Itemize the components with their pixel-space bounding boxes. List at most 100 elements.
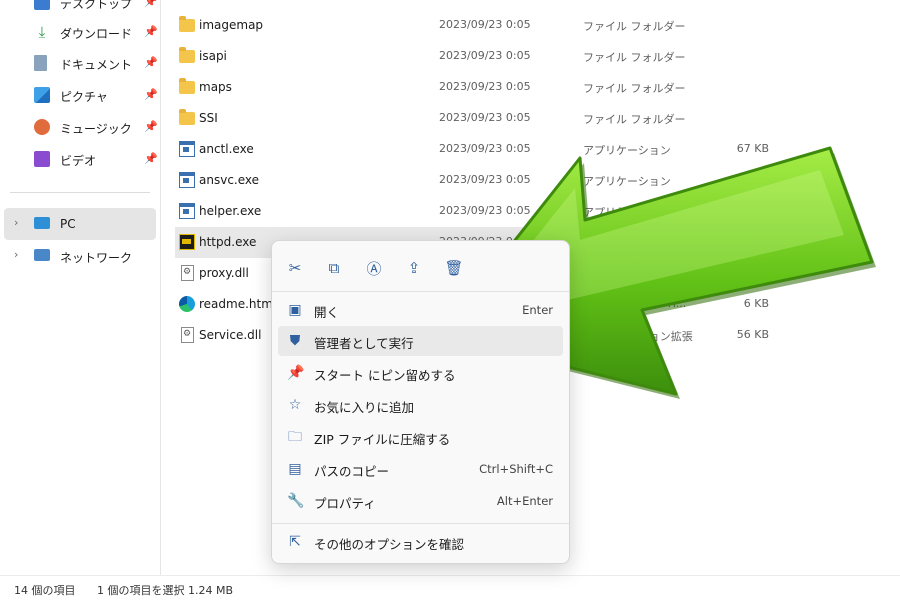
menu-item-pin-to-start[interactable]: 📌 スタート にピン留めする bbox=[278, 358, 563, 388]
more-options-icon: ⇱ bbox=[289, 534, 301, 550]
dll-file-icon bbox=[181, 327, 194, 343]
menu-item-properties[interactable]: 🔧 プロパティ Alt+Enter bbox=[278, 486, 563, 516]
sidebar-item-network[interactable]: › ネットワーク bbox=[4, 240, 156, 272]
video-icon bbox=[34, 151, 50, 167]
pin-icon: 📌 bbox=[144, 88, 158, 101]
network-icon bbox=[34, 249, 50, 261]
file-row-imagemap[interactable]: imagemap 2023/09/23 0:05 ファイル フォルダー bbox=[175, 10, 772, 41]
file-size: 236 KB bbox=[729, 266, 769, 279]
file-date: 2023/09/23 0:05 bbox=[439, 111, 531, 124]
file-type: ファイル フォルダー bbox=[583, 51, 686, 64]
file-name: proxy.dll bbox=[199, 266, 249, 280]
file-date: 2023/09/23 0:05 bbox=[439, 204, 531, 217]
file-name: helper.exe bbox=[199, 204, 262, 218]
sidebar-item-documents[interactable]: ドキュメント 📌 bbox=[4, 47, 158, 79]
menu-separator bbox=[272, 291, 569, 292]
file-size: 56 KB bbox=[736, 328, 769, 341]
menu-separator bbox=[272, 523, 569, 524]
file-type: アプリケーション bbox=[583, 144, 671, 157]
share-icon[interactable]: ⇪ bbox=[401, 255, 427, 281]
open-icon: ▣ bbox=[288, 302, 302, 318]
sidebar-item-pc[interactable]: › PC bbox=[4, 208, 156, 240]
file-size: 6 KB bbox=[743, 297, 769, 310]
file-size: 55 KB bbox=[736, 204, 769, 217]
menu-item-open[interactable]: ▣ 開く Enter bbox=[278, 295, 563, 325]
application-icon bbox=[179, 203, 195, 219]
sidebar-item-videos[interactable]: ビデオ 📌 bbox=[4, 143, 158, 175]
pin-icon: 📌 bbox=[144, 152, 158, 165]
folder-icon bbox=[179, 47, 195, 63]
folder-icon bbox=[179, 78, 195, 94]
delete-icon[interactable]: 🗑 bbox=[441, 255, 467, 281]
menu-item-shortcut: Enter bbox=[522, 303, 553, 317]
star-icon: ☆ bbox=[288, 397, 302, 413]
sidebar-item-downloads[interactable]: ⤓ ダウンロード 📌 bbox=[4, 16, 158, 48]
cut-icon[interactable]: ✂ bbox=[282, 255, 308, 281]
document-icon bbox=[34, 55, 47, 71]
menu-item-add-favorite[interactable]: ☆ お気に入りに追加 bbox=[278, 390, 563, 420]
menu-item-label: お気に入りに追加 bbox=[314, 400, 415, 415]
file-type: アプリケーション拡張 bbox=[583, 268, 693, 281]
context-menu: ✂ ⧉ Ⓐ ⇪ 🗑 ▣ 開く Enter ⛊ 管理者として実行 📌 スタート に… bbox=[271, 240, 570, 564]
application-icon bbox=[179, 172, 195, 188]
file-row-ansvc[interactable]: ansvc.exe 2023/09/23 0:05 アプリケーション bbox=[175, 165, 772, 196]
file-type: アプリケーション bbox=[583, 206, 671, 219]
file-type: Microsoft Edge H... bbox=[583, 297, 687, 310]
file-type: アプリケーション bbox=[583, 175, 671, 188]
file-name: isapi bbox=[199, 49, 227, 63]
file-name: readme.html bbox=[199, 297, 277, 311]
sidebar-item-label: デスクトップ bbox=[60, 0, 133, 11]
music-icon bbox=[34, 119, 50, 135]
file-date: 2023/09/23 0:05 bbox=[439, 18, 531, 31]
sidebar-item-label: ミュージック bbox=[60, 122, 132, 136]
file-type: ファイル フォルダー bbox=[583, 20, 686, 33]
application-icon bbox=[179, 141, 195, 157]
file-row-isapi[interactable]: isapi 2023/09/23 0:05 ファイル フォルダー bbox=[175, 41, 772, 72]
menu-item-label: プロパティ bbox=[314, 496, 376, 511]
wrench-icon: 🔧 bbox=[287, 493, 305, 509]
menu-item-run-as-admin[interactable]: ⛊ 管理者として実行 bbox=[278, 326, 563, 356]
chevron-right-icon[interactable]: › bbox=[14, 216, 18, 229]
menu-item-label: 管理者として実行 bbox=[314, 336, 414, 351]
file-name: Service.dll bbox=[199, 328, 262, 342]
folder-icon bbox=[179, 16, 195, 32]
dll-file-icon bbox=[181, 265, 194, 281]
menu-item-shortcut: Alt+Enter bbox=[496, 494, 553, 508]
zip-icon: 🗀 bbox=[288, 429, 302, 445]
menu-item-compress-zip[interactable]: 🗀 ZIP ファイルに圧縮する bbox=[278, 422, 563, 452]
file-type: ファイル フォルダー bbox=[583, 113, 686, 126]
sidebar-item-label: ダウンロード bbox=[60, 27, 133, 41]
chevron-right-icon[interactable]: › bbox=[14, 248, 18, 261]
shield-run-icon: ⛊ bbox=[289, 333, 301, 349]
sidebar-item-pictures[interactable]: ピクチャ 📌 bbox=[4, 79, 158, 111]
file-name: SSI bbox=[199, 111, 218, 125]
file-name: ansvc.exe bbox=[199, 173, 260, 187]
file-row-ssi[interactable]: SSI 2023/09/23 0:05 ファイル フォルダー bbox=[175, 103, 772, 134]
sidebar-item-label: ビデオ bbox=[60, 154, 97, 168]
file-row-anctl[interactable]: anctl.exe 2023/09/23 0:05 アプリケーション 67 KB bbox=[175, 134, 772, 165]
rename-icon[interactable]: Ⓐ bbox=[361, 255, 387, 281]
file-date: 2023/09/23 0:05 bbox=[439, 80, 531, 93]
pictures-icon bbox=[34, 87, 50, 103]
menu-item-copy-path[interactable]: ▤ パスのコピー Ctrl+Shift+C bbox=[278, 454, 563, 484]
copy-icon[interactable]: ⧉ bbox=[321, 255, 347, 281]
edge-browser-icon bbox=[179, 296, 195, 312]
menu-item-shortcut: Ctrl+Shift+C bbox=[479, 462, 553, 476]
file-name: imagemap bbox=[199, 18, 264, 32]
folder-icon bbox=[179, 109, 195, 125]
file-name: httpd.exe bbox=[199, 235, 257, 249]
file-size: 67 KB bbox=[736, 142, 769, 155]
file-type: アプリケーション bbox=[583, 237, 671, 250]
menu-item-more-options[interactable]: ⇱ その他のオプションを確認 bbox=[278, 527, 563, 557]
pin-icon: 📌 bbox=[144, 25, 158, 38]
file-date: 2023/09/23 0:05 bbox=[439, 49, 531, 62]
file-size: 1,280 KB bbox=[719, 235, 769, 248]
sidebar-item-label: PC bbox=[60, 217, 76, 231]
file-row-helper[interactable]: helper.exe 2023/09/23 0:05 アプリケーション 55 K… bbox=[175, 196, 772, 227]
file-row-maps[interactable]: maps 2023/09/23 0:05 ファイル フォルダー bbox=[175, 72, 772, 103]
menu-item-label: その他のオプションを確認 bbox=[314, 537, 465, 552]
copy-path-icon: ▤ bbox=[288, 461, 302, 477]
sidebar-item-music[interactable]: ミュージック 📌 bbox=[4, 111, 158, 143]
desktop-icon bbox=[34, 0, 50, 10]
apache-feather-icon bbox=[179, 234, 195, 250]
